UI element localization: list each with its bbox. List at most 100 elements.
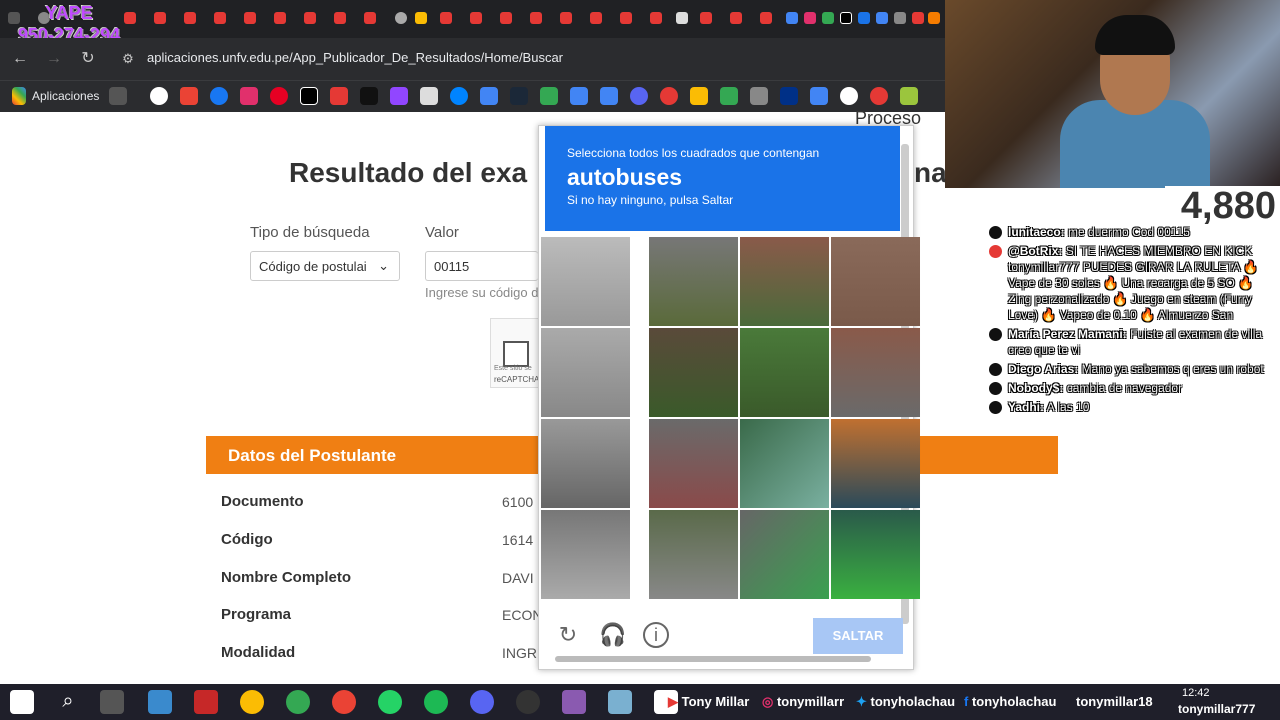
youtube-tab-icon[interactable] <box>184 12 196 24</box>
youtube-tab-icon[interactable] <box>304 12 316 24</box>
captcha-tile[interactable] <box>649 328 738 417</box>
captcha-tile[interactable] <box>740 328 829 417</box>
whatsapp-icon[interactable] <box>378 690 402 714</box>
youtube-tab-icon[interactable] <box>700 12 712 24</box>
youtube-tab-icon[interactable] <box>440 12 452 24</box>
captcha-tile[interactable] <box>541 419 630 508</box>
chrome-icon[interactable] <box>286 690 310 714</box>
globe-tab-icon[interactable] <box>395 12 407 24</box>
youtube-tab-icon[interactable] <box>730 12 742 24</box>
captcha-tile[interactable] <box>740 510 829 599</box>
bookmark-icon[interactable] <box>750 87 768 105</box>
info-icon[interactable]: i <box>643 622 669 648</box>
tiktok-tab-icon[interactable] <box>840 12 852 24</box>
instagram-bookmark-icon[interactable] <box>240 87 258 105</box>
discord-icon[interactable] <box>470 690 494 714</box>
active-tab-icon[interactable] <box>676 12 688 24</box>
captcha-tile[interactable] <box>740 237 829 326</box>
bookmark-icon[interactable] <box>810 87 828 105</box>
reload-icon[interactable]: ↻ <box>555 622 581 648</box>
search-type-select[interactable]: Código de postulai ⌄ <box>250 251 400 281</box>
captcha-tile[interactable] <box>649 237 738 326</box>
captcha-tile[interactable] <box>541 510 630 599</box>
captcha-horizontal-scrollbar[interactable] <box>555 656 871 662</box>
captcha-tile[interactable] <box>831 510 920 599</box>
fv-tab-icon[interactable] <box>928 12 940 24</box>
app-tab-icon[interactable] <box>858 12 870 24</box>
captcha-tile[interactable] <box>649 510 738 599</box>
youtube-tab-icon[interactable] <box>912 12 924 24</box>
bookmark-icon[interactable] <box>720 87 738 105</box>
skip-button[interactable]: SALTAR <box>813 618 903 654</box>
captcha-tile[interactable] <box>831 237 920 326</box>
youtube-tab-icon[interactable] <box>124 12 136 24</box>
bookmark-icon[interactable] <box>900 87 918 105</box>
youtube-tab-icon[interactable] <box>470 12 482 24</box>
twitch-bookmark-icon[interactable] <box>390 87 408 105</box>
app-icon[interactable] <box>608 690 632 714</box>
recaptcha-checkbox[interactable] <box>503 341 529 367</box>
bookmark-icon[interactable] <box>600 87 618 105</box>
drive-tab-icon[interactable] <box>822 12 834 24</box>
docs-tab-icon[interactable] <box>786 12 798 24</box>
captcha-tile[interactable] <box>831 328 920 417</box>
captcha-tile[interactable] <box>541 328 630 417</box>
bookmark-icon[interactable] <box>870 87 888 105</box>
search-icon[interactable]: ⌕ <box>56 690 80 714</box>
value-input[interactable]: 00115 <box>425 251 538 281</box>
site-info-icon[interactable]: ⚙ <box>116 47 140 71</box>
drive-tab-icon[interactable] <box>415 12 427 24</box>
youtube-tab-icon[interactable] <box>560 12 572 24</box>
voicemeeter-icon[interactable] <box>194 690 218 714</box>
reload-icon[interactable]: ↻ <box>76 47 100 71</box>
bookmark-icon[interactable] <box>660 87 678 105</box>
tiktok-bookmark-icon[interactable] <box>360 87 378 105</box>
app-icon[interactable] <box>562 690 586 714</box>
apps-bookmark-label[interactable]: Aplicaciones <box>32 89 99 103</box>
drive-bookmark-icon[interactable] <box>690 87 708 105</box>
youtube-tab-icon[interactable] <box>154 12 166 24</box>
facebook-bookmark-icon[interactable] <box>210 87 228 105</box>
youtube-tab-icon[interactable] <box>334 12 346 24</box>
headphones-icon[interactable]: 🎧 <box>599 622 626 648</box>
captcha-tile[interactable] <box>740 419 829 508</box>
youtube-bookmark-icon[interactable] <box>330 87 348 105</box>
youtube-tab-icon[interactable] <box>760 12 772 24</box>
chrome-icon[interactable] <box>240 690 264 714</box>
task-view-icon[interactable] <box>100 690 124 714</box>
youtube-tab-icon[interactable] <box>364 12 376 24</box>
youtube-tab-icon[interactable] <box>274 12 286 24</box>
messenger-bookmark-icon[interactable] <box>450 87 468 105</box>
spotify-icon[interactable] <box>424 690 448 714</box>
youtube-tab-icon[interactable] <box>214 12 226 24</box>
grid-icon[interactable] <box>109 87 127 105</box>
instagram-tab-icon[interactable] <box>804 12 816 24</box>
back-arrow-icon[interactable]: ← <box>8 47 32 71</box>
gmail-bookmark-icon[interactable] <box>180 87 198 105</box>
translate-bookmark-icon[interactable] <box>570 87 588 105</box>
discord-bookmark-icon[interactable] <box>630 87 648 105</box>
app-tab-icon[interactable] <box>876 12 888 24</box>
windows-start-icon[interactable] <box>10 690 34 714</box>
app-icon[interactable] <box>148 690 172 714</box>
captcha-tile[interactable] <box>831 419 920 508</box>
paypal-bookmark-icon[interactable] <box>780 87 798 105</box>
captcha-tile[interactable] <box>541 237 630 326</box>
youtube-tab-icon[interactable] <box>530 12 542 24</box>
openai-bookmark-icon[interactable] <box>150 87 168 105</box>
audio-tab-icon[interactable] <box>894 12 906 24</box>
youtube-tab-icon[interactable] <box>650 12 662 24</box>
bookmark-icon[interactable] <box>420 87 438 105</box>
bookmark-icon[interactable] <box>480 87 498 105</box>
chrome-icon[interactable] <box>332 690 356 714</box>
obs-icon[interactable] <box>516 690 540 714</box>
steam-bookmark-icon[interactable] <box>510 87 528 105</box>
url-field[interactable]: aplicaciones.unfv.edu.pe/App_Publicador_… <box>147 50 563 65</box>
forward-arrow-icon[interactable]: → <box>42 47 66 71</box>
pinterest-bookmark-icon[interactable] <box>270 87 288 105</box>
youtube-tab-icon[interactable] <box>590 12 602 24</box>
x-bookmark-icon[interactable] <box>300 87 318 105</box>
apps-grid-icon[interactable] <box>12 87 26 105</box>
captcha-tile[interactable] <box>649 419 738 508</box>
youtube-tab-icon[interactable] <box>244 12 256 24</box>
